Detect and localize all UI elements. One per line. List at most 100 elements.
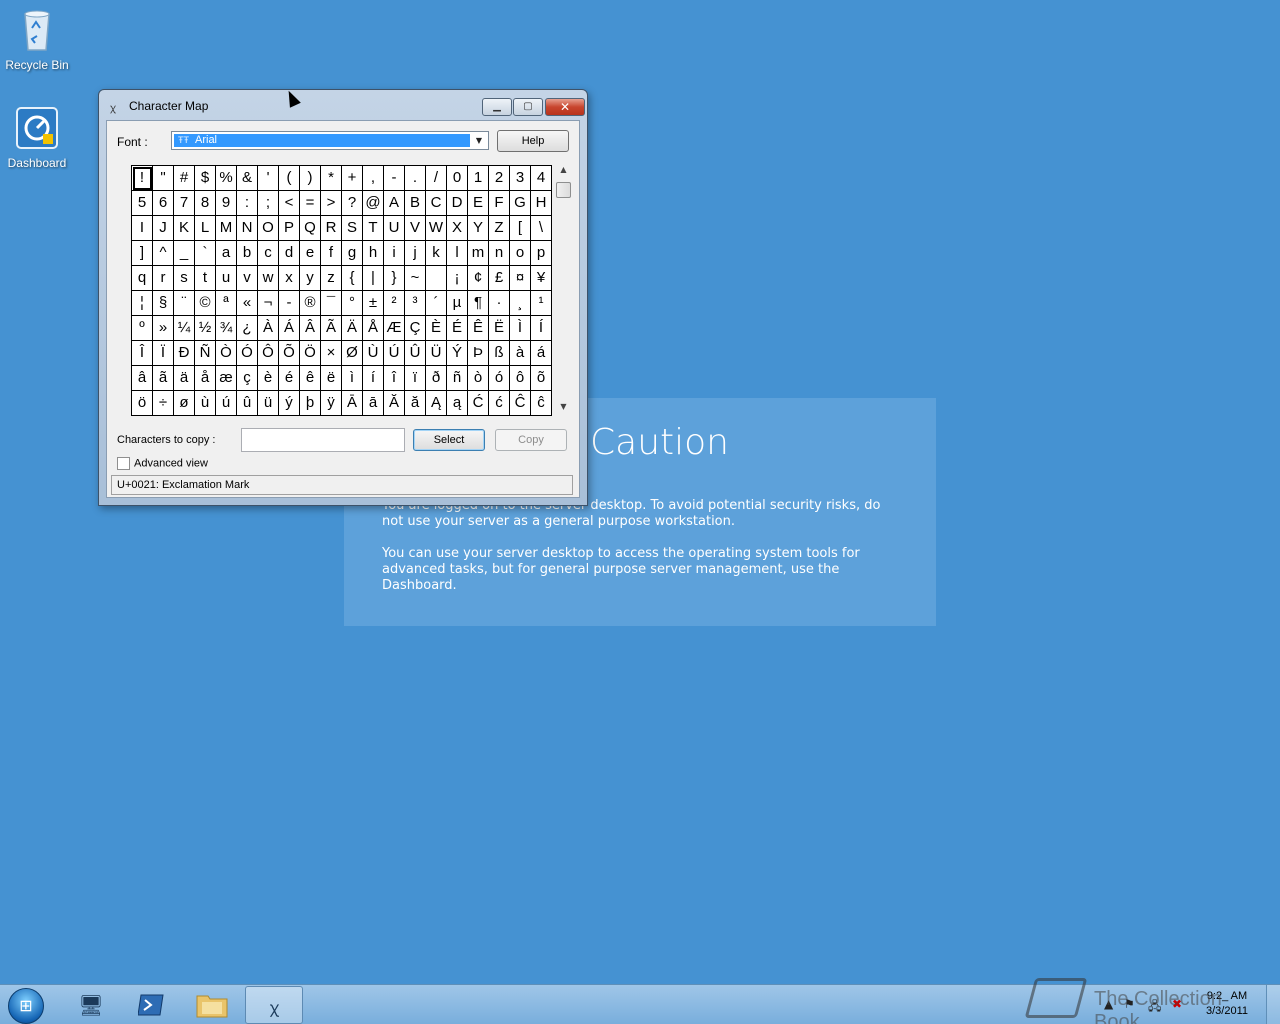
char-cell[interactable]: ý xyxy=(279,391,300,416)
char-cell[interactable]: % xyxy=(216,166,237,191)
char-cell[interactable]: Ï xyxy=(153,341,174,366)
char-cell[interactable]: í xyxy=(363,366,384,391)
char-cell[interactable]: Ù xyxy=(363,341,384,366)
char-cell[interactable]: r xyxy=(153,266,174,291)
char-cell[interactable]: f xyxy=(321,241,342,266)
char-cell[interactable]: é xyxy=(279,366,300,391)
char-cell[interactable]: Ì xyxy=(510,316,531,341)
char-cell[interactable]: O xyxy=(258,216,279,241)
char-cell[interactable]: U xyxy=(384,216,405,241)
char-cell[interactable]: × xyxy=(321,341,342,366)
char-cell[interactable]: ½ xyxy=(195,316,216,341)
char-cell[interactable]: ; xyxy=(258,191,279,216)
char-cell[interactable]: ÿ xyxy=(321,391,342,416)
char-cell[interactable]: ì xyxy=(342,366,363,391)
char-cell[interactable]: Ă xyxy=(384,391,405,416)
copy-button[interactable]: Copy xyxy=(495,429,567,451)
char-cell[interactable]: È xyxy=(426,316,447,341)
char-cell[interactable]: " xyxy=(153,166,174,191)
char-cell[interactable]: ³ xyxy=(405,291,426,316)
char-cell[interactable]: â xyxy=(132,366,153,391)
char-cell[interactable]: , xyxy=(363,166,384,191)
char-cell[interactable]: Ü xyxy=(426,341,447,366)
char-cell[interactable]: . xyxy=(405,166,426,191)
char-cell[interactable]: j xyxy=(405,241,426,266)
char-cell[interactable]: 6 xyxy=(153,191,174,216)
char-cell[interactable]: y xyxy=(300,266,321,291)
char-cell[interactable]: | xyxy=(363,266,384,291)
char-cell[interactable]: Á xyxy=(279,316,300,341)
char-cell[interactable]: = xyxy=(300,191,321,216)
char-cell[interactable]: J xyxy=(153,216,174,241)
char-cell[interactable]: Ç xyxy=(405,316,426,341)
char-cell[interactable]: ë xyxy=(321,366,342,391)
char-cell[interactable]: _ xyxy=(174,241,195,266)
char-cell[interactable]: d xyxy=(279,241,300,266)
char-cell[interactable]: x xyxy=(279,266,300,291)
char-cell[interactable]: Q xyxy=(300,216,321,241)
char-cell[interactable]: Ä xyxy=(342,316,363,341)
scroll-thumb[interactable] xyxy=(556,182,571,198)
select-button[interactable]: Select xyxy=(413,429,485,451)
char-cell[interactable]: » xyxy=(153,316,174,341)
char-cell[interactable]: c xyxy=(258,241,279,266)
char-cell[interactable]: Î xyxy=(132,341,153,366)
server-manager-icon[interactable]: 🖥 xyxy=(62,986,120,1024)
char-cell[interactable]: F xyxy=(489,191,510,216)
char-cell[interactable]: ï xyxy=(405,366,426,391)
char-cell[interactable]: î xyxy=(384,366,405,391)
char-cell[interactable]: å xyxy=(195,366,216,391)
char-cell[interactable]: v xyxy=(237,266,258,291)
characters-to-copy-input[interactable] xyxy=(241,428,405,452)
char-cell[interactable]: ª xyxy=(216,291,237,316)
char-cell[interactable]: 3 xyxy=(510,166,531,191)
char-cell[interactable]: 2 xyxy=(489,166,510,191)
char-cell[interactable]: ¯ xyxy=(321,291,342,316)
char-cell[interactable]: u xyxy=(216,266,237,291)
desktop-icon-dashboard[interactable]: Dashboard xyxy=(0,104,74,170)
char-cell[interactable]: Ë xyxy=(489,316,510,341)
maximize-button[interactable]: ▢ xyxy=(513,98,543,116)
char-cell[interactable]: Â xyxy=(300,316,321,341)
char-cell[interactable]: ß xyxy=(489,341,510,366)
char-cell[interactable]: ã xyxy=(153,366,174,391)
char-cell[interactable]: ® xyxy=(300,291,321,316)
char-cell[interactable]: ñ xyxy=(447,366,468,391)
char-cell[interactable]: ( xyxy=(279,166,300,191)
char-cell[interactable]: Ć xyxy=(468,391,489,416)
scroll-up-icon[interactable]: ▲ xyxy=(555,165,572,179)
char-cell[interactable]: e xyxy=(300,241,321,266)
minimize-button[interactable]: ▁ xyxy=(482,98,512,116)
char-cell[interactable]: X xyxy=(447,216,468,241)
char-cell[interactable]: B xyxy=(405,191,426,216)
char-cell[interactable]: º xyxy=(132,316,153,341)
char-cell[interactable]: Ò xyxy=(216,341,237,366)
char-cell[interactable]: ê xyxy=(300,366,321,391)
char-cell[interactable]: h xyxy=(363,241,384,266)
char-cell[interactable]: + xyxy=(342,166,363,191)
char-cell[interactable]: ¨ xyxy=(174,291,195,316)
char-cell[interactable]: < xyxy=(279,191,300,216)
char-cell[interactable]: « xyxy=(237,291,258,316)
char-cell[interactable]: Þ xyxy=(468,341,489,366)
char-cell[interactable]: # xyxy=(174,166,195,191)
char-cell[interactable]: { xyxy=(342,266,363,291)
char-cell[interactable]: ú xyxy=(216,391,237,416)
char-cell[interactable]: ] xyxy=(132,241,153,266)
char-cell[interactable]: ¿ xyxy=(237,316,258,341)
char-cell[interactable]: 7 xyxy=(174,191,195,216)
char-cell[interactable]: R xyxy=(321,216,342,241)
char-cell[interactable]: : xyxy=(237,191,258,216)
char-cell[interactable]: H xyxy=(531,191,552,216)
char-cell[interactable]: Å xyxy=(363,316,384,341)
char-cell[interactable]: I xyxy=(132,216,153,241)
char-cell[interactable]: Ĉ xyxy=(510,391,531,416)
char-cell[interactable]: ò xyxy=(468,366,489,391)
char-cell[interactable]: / xyxy=(426,166,447,191)
char-cell[interactable]: ĉ xyxy=(531,391,552,416)
char-cell[interactable]: ù xyxy=(195,391,216,416)
char-cell[interactable]: Ā xyxy=(342,391,363,416)
char-cell[interactable]: E xyxy=(468,191,489,216)
char-cell[interactable]: ) xyxy=(300,166,321,191)
char-cell[interactable]: á xyxy=(531,341,552,366)
